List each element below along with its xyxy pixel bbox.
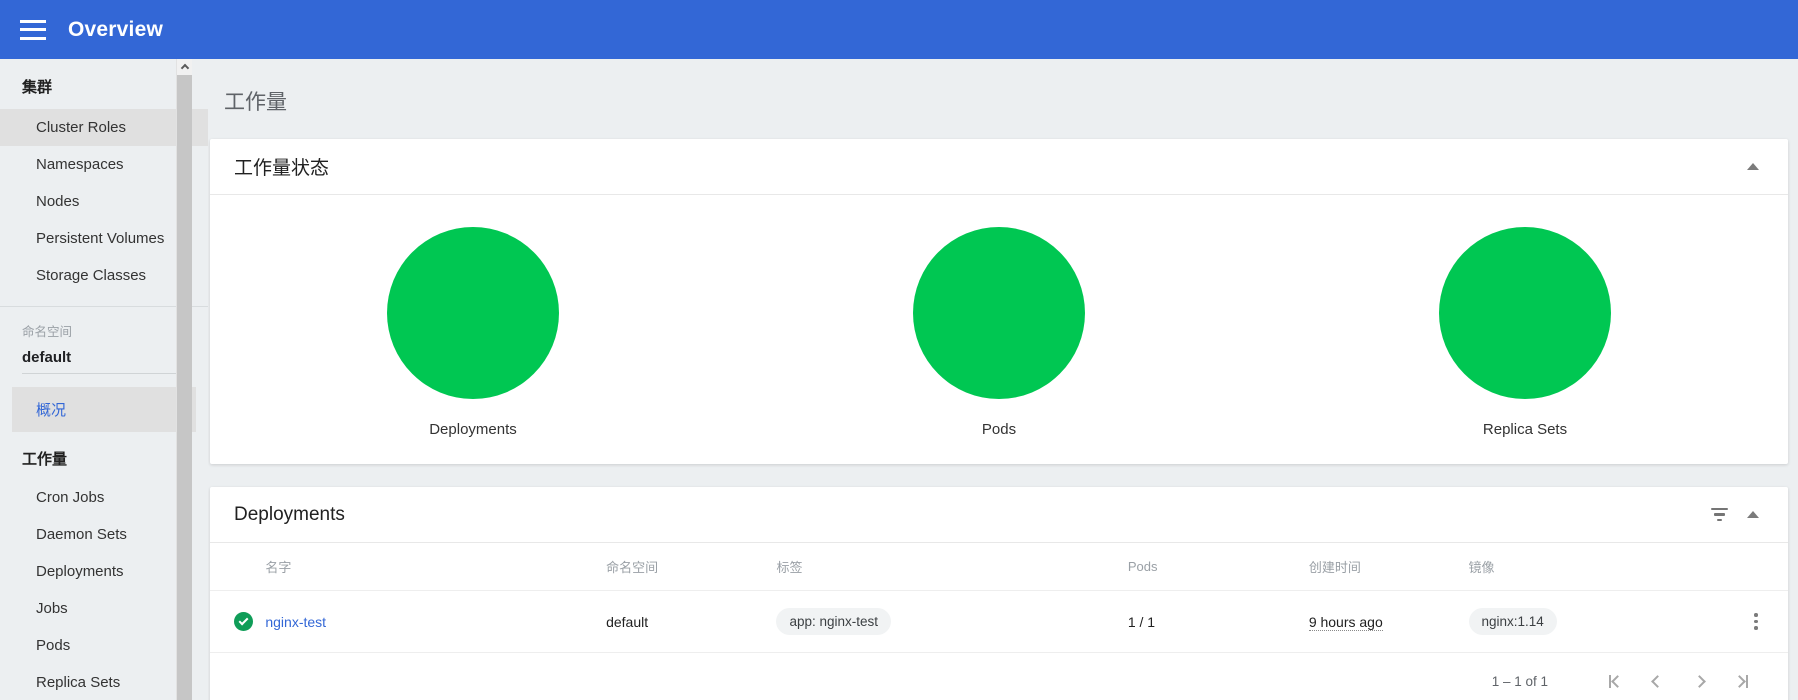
created-timestamp: 9 hours ago bbox=[1308, 613, 1383, 631]
row-pods-cell: 1 / 1 bbox=[1127, 590, 1309, 653]
deployments-card-title: Deployments bbox=[234, 503, 345, 525]
column-images[interactable]: 镜像 bbox=[1468, 543, 1725, 591]
deployments-pie-chart bbox=[387, 227, 559, 399]
page-title: Overview bbox=[68, 17, 163, 41]
chart-pods: Pods bbox=[736, 227, 1262, 438]
previous-page-button[interactable] bbox=[1636, 660, 1678, 700]
content-page-title: 工作量 bbox=[224, 91, 287, 114]
more-vertical-icon[interactable] bbox=[1724, 613, 1788, 630]
deployments-collapse-button[interactable] bbox=[1736, 498, 1770, 532]
column-name[interactable]: 名字 bbox=[265, 543, 607, 591]
row-actions-cell bbox=[1724, 590, 1788, 653]
app-header: Overview bbox=[0, 0, 1798, 59]
workload-status-title: 工作量状态 bbox=[234, 158, 330, 179]
workload-status-charts: Deployments Pods Replica Sets bbox=[210, 195, 1788, 464]
sidebar-item-overview[interactable]: 概况 bbox=[12, 387, 196, 432]
workload-status-collapse-button[interactable] bbox=[1736, 150, 1770, 184]
hamburger-menu-icon[interactable] bbox=[20, 19, 46, 40]
row-namespace-cell: default bbox=[606, 590, 777, 653]
next-page-icon bbox=[1692, 674, 1706, 688]
column-namespace[interactable]: 命名空间 bbox=[606, 543, 777, 591]
deployments-card: Deployments 名字 命名空间 标签 Pods 创建时间 镜像 ngin… bbox=[210, 487, 1788, 700]
namespace-select[interactable]: default bbox=[22, 349, 186, 374]
last-page-icon bbox=[1732, 674, 1746, 688]
scrollbar-thumb[interactable] bbox=[177, 75, 192, 700]
chevron-up-icon bbox=[1747, 511, 1759, 518]
main-content: 工作量 工作量状态 Deployments Pods Replica Sets bbox=[192, 59, 1798, 700]
chart-deployments: Deployments bbox=[210, 227, 736, 438]
scroll-up-arrow-icon[interactable] bbox=[177, 59, 192, 75]
namespace-selected-value: default bbox=[22, 349, 72, 366]
deployments-card-header: Deployments bbox=[210, 487, 1788, 543]
deployments-table: 名字 命名空间 标签 Pods 创建时间 镜像 nginx-test defau… bbox=[210, 543, 1788, 653]
pagination-range-text: 1 – 1 of 1 bbox=[1491, 673, 1548, 689]
deployment-name-link[interactable]: nginx-test bbox=[265, 614, 326, 630]
workload-status-card: 工作量状态 Deployments Pods Replica Sets bbox=[210, 139, 1788, 464]
row-name-cell: nginx-test bbox=[265, 590, 607, 653]
namespace-label: 命名空间 bbox=[22, 325, 73, 339]
column-labels[interactable]: 标签 bbox=[776, 543, 1128, 591]
deployments-table-body: nginx-test default app: nginx-test 1 / 1… bbox=[210, 590, 1788, 653]
row-status-cell bbox=[210, 590, 266, 653]
row-image-cell: nginx:1.14 bbox=[1468, 590, 1725, 653]
image-chip: nginx:1.14 bbox=[1468, 608, 1557, 635]
deployments-table-header: 名字 命名空间 标签 Pods 创建时间 镜像 bbox=[210, 543, 1788, 591]
table-row[interactable]: nginx-test default app: nginx-test 1 / 1… bbox=[210, 590, 1788, 653]
column-pods[interactable]: Pods bbox=[1127, 543, 1309, 591]
filter-icon bbox=[1710, 507, 1728, 522]
last-page-button[interactable] bbox=[1720, 660, 1762, 700]
chart-replica-sets: Replica Sets bbox=[1262, 227, 1788, 438]
sidebar-scrollbar[interactable] bbox=[176, 59, 192, 700]
chevron-up-icon bbox=[1747, 163, 1759, 170]
column-created[interactable]: 创建时间 bbox=[1308, 543, 1469, 591]
column-status bbox=[210, 543, 266, 591]
next-page-button[interactable] bbox=[1678, 660, 1720, 700]
row-labels-cell: app: nginx-test bbox=[776, 590, 1128, 653]
replica-sets-pie-chart bbox=[1439, 227, 1611, 399]
row-created-cell: 9 hours ago bbox=[1308, 590, 1469, 653]
workload-status-card-header: 工作量状态 bbox=[210, 139, 1788, 195]
previous-page-icon bbox=[1650, 674, 1664, 688]
label-chip: app: nginx-test bbox=[776, 608, 891, 635]
deployments-filter-button[interactable] bbox=[1702, 498, 1736, 532]
first-page-button[interactable] bbox=[1594, 660, 1636, 700]
pods-pie-chart bbox=[913, 227, 1085, 399]
deployments-pagination: 1 – 1 of 1 bbox=[210, 653, 1788, 700]
success-check-icon bbox=[234, 612, 253, 631]
replica-sets-chart-label: Replica Sets bbox=[1482, 421, 1568, 438]
column-actions bbox=[1724, 543, 1788, 591]
deployments-chart-label: Deployments bbox=[429, 421, 517, 438]
pods-chart-label: Pods bbox=[981, 421, 1017, 438]
table-header-row: 名字 命名空间 标签 Pods 创建时间 镜像 bbox=[210, 543, 1788, 591]
